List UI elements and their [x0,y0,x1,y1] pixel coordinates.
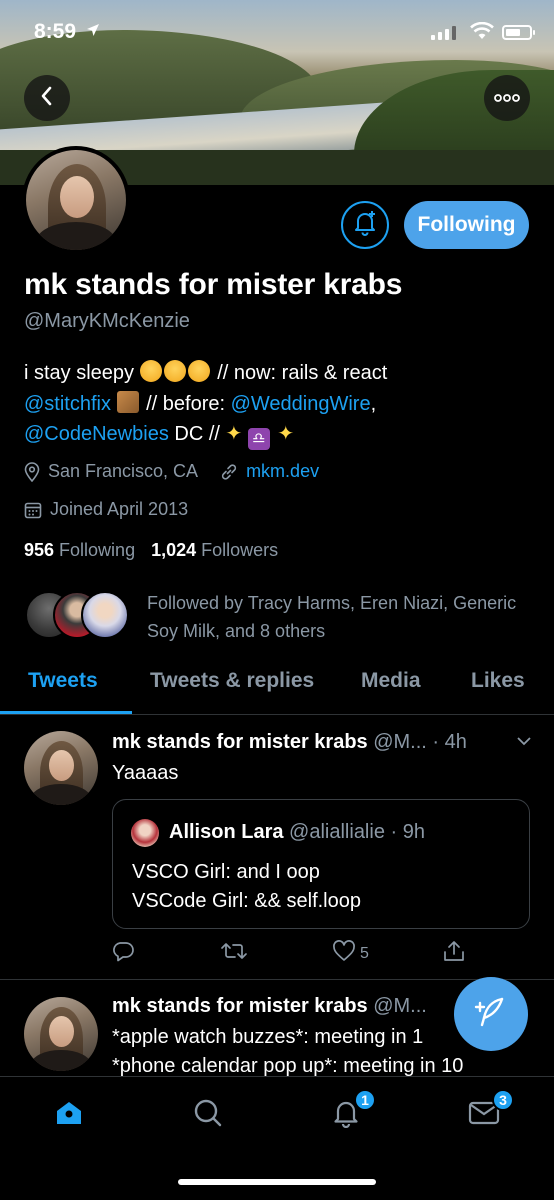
battery-icon [502,25,535,40]
signal-icon [431,26,456,40]
retweet-button[interactable] [220,940,248,967]
profile-joined-row: Joined April 2013 [24,499,188,520]
bio-text: // before: [146,392,226,415]
followers-count: 1,024 [151,540,197,560]
avatar [131,819,159,847]
tweet-divider [0,979,554,980]
nav-search[interactable] [188,1097,228,1133]
quoted-tweet-text: VSCO Girl: and I oop VSCode Girl: && sel… [132,858,361,916]
followed-by-text[interactable]: Followed by Tracy Harms, Eren Niazi, Gen… [147,589,527,645]
location-pin-icon [24,461,40,482]
profile-handle: @MaryKMcKenzie [24,310,190,332]
tab-tweets[interactable]: Tweets [28,669,98,693]
tab-likes[interactable]: Likes [471,669,525,693]
avatar[interactable] [24,997,98,1071]
nav-notifications[interactable]: 1 [326,1089,376,1133]
followers-label: Followers [201,540,279,560]
sleepy-emoji-icon [187,360,210,382]
quoted-text-line: VSCode Girl: && self.loop [132,890,361,912]
more-options-button[interactable] [484,75,530,121]
profile-location: San Francisco, CA [48,461,199,481]
tweet-text: Yaaaas [112,762,179,784]
profile-avatar[interactable] [22,146,130,254]
tweet-text-line: *apple watch buzzes*: meeting in 1 [112,1026,424,1048]
location-arrow-icon [86,23,100,42]
profile-joined-date: Joined April 2013 [50,499,189,519]
nav-messages[interactable]: 3 [464,1089,514,1133]
avatar [81,591,129,639]
bio-text: // now: rails & react [217,362,388,384]
calendar-icon [24,501,42,519]
quoted-handle-time: @aliallialie · 9h [289,821,425,843]
wifi-icon [470,21,494,40]
reply-icon [112,940,134,967]
quoted-text-line: VSCO Girl: and I oop [132,861,320,883]
tab-media[interactable]: Media [361,669,421,693]
compose-tweet-button[interactable] [454,977,528,1051]
link-icon [220,463,238,481]
home-icon [54,1099,84,1132]
profile-website-link[interactable]: mkm.dev [246,461,319,482]
status-time: 8:59 [34,20,77,43]
libra-emoji-icon: ♎ [247,428,270,450]
bio-link-codenewbies[interactable]: @CodeNewbies [24,423,169,445]
notifications-badge: 1 [354,1089,376,1111]
following-label: Following [59,540,136,560]
following-count-link[interactable]: 956 Following [24,540,135,561]
tweet-header: mk stands for mister krabs @M... · 4h [112,731,467,754]
sparkles-emoji-icon: ✦ [277,423,295,445]
quoted-tweet[interactable]: Allison Lara @aliallialie · 9h VSCO Girl… [112,799,530,929]
home-indicator [178,1179,376,1185]
sleepy-emoji-icon [163,360,186,382]
tweet-handle-time: @M... [373,995,427,1017]
profile-follow-counts: 956 Following 1,024 Followers [24,540,278,561]
chevron-left-icon [38,85,56,112]
bio-text: DC // [174,423,220,445]
profile-tabs: Tweets Tweets & replies Media Likes [0,659,554,715]
bio-text: i stay sleepy [24,362,135,384]
bio-text: , [370,392,377,415]
like-button[interactable]: 5 [332,940,369,967]
tweet-author-name: mk stands for mister krabs [112,995,368,1017]
bell-plus-icon [352,209,378,242]
package-emoji-icon [116,390,139,413]
followers-count-link[interactable]: 1,024 Followers [151,540,278,561]
following-count: 956 [24,540,55,560]
following-button[interactable]: Following [404,201,529,249]
reply-button[interactable] [112,940,134,967]
tweet-text-line: *phone calendar pop up*: meeting in 10 [112,1055,464,1077]
mutual-followers-avatars[interactable] [25,591,135,641]
heart-icon [332,940,356,967]
status-bar: 8:59 [0,0,554,68]
sleepy-emoji-icon [139,360,162,382]
quoted-tweet-header: Allison Lara @aliallialie · 9h [169,821,425,844]
search-icon [193,1098,223,1133]
bio-link-weddingwire[interactable]: @WeddingWire [231,393,371,415]
sparkles-emoji-icon: ✦ [225,423,243,445]
tweet-header: mk stands for mister krabs @M... [112,995,427,1018]
bio-link-stitchfix[interactable]: @stitchfix [24,393,111,415]
tweet-handle-time: @M... · 4h [373,731,467,753]
compose-feather-icon [473,994,509,1035]
nav-home[interactable] [49,1097,89,1133]
profile-bio: i stay sleepy // now: rails & react @sti… [24,358,534,450]
share-icon [442,940,466,967]
tab-tweets-replies[interactable]: Tweets & replies [150,669,314,693]
share-button[interactable] [442,940,466,967]
tweet-text: *apple watch buzzes*: meeting in 1 *phon… [112,1023,463,1081]
tweet-author-name: mk stands for mister krabs [112,731,368,753]
tweet-actions: 5 [112,940,472,968]
active-tab-indicator [0,711,132,714]
profile-display-name: mk stands for mister krabs [24,268,403,301]
back-button[interactable] [24,75,70,121]
messages-badge: 3 [492,1089,514,1111]
retweet-icon [220,940,248,967]
chevron-down-icon[interactable] [516,733,532,751]
quoted-author-name: Allison Lara [169,821,284,843]
notifications-toggle-button[interactable] [341,201,389,249]
avatar[interactable] [24,731,98,805]
more-dots-icon [494,89,520,107]
profile-location-row: San Francisco, CA mkm.dev [24,461,319,482]
like-count: 5 [360,944,369,962]
